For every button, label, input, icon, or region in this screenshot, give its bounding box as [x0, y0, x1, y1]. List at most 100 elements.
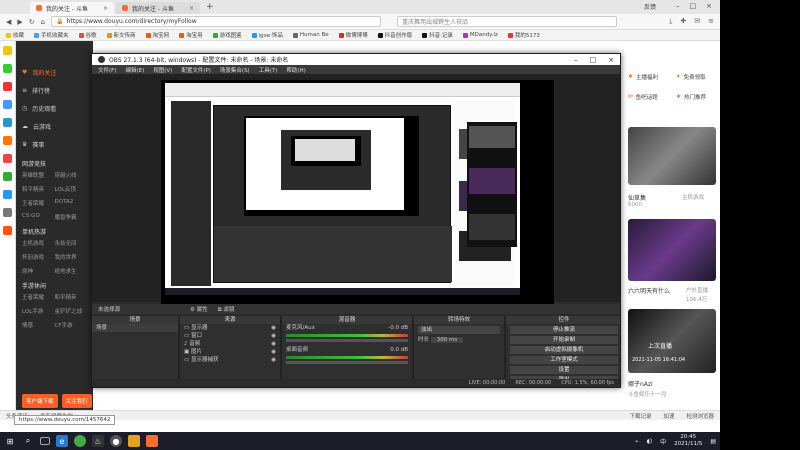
maximize-icon[interactable]: □	[590, 56, 597, 64]
menu-item[interactable]: 配置文件(P)	[181, 66, 211, 74]
eye-icon[interactable]: ◉	[271, 356, 276, 364]
live-card-thumbnail[interactable]: 上次直播 2021-11-05 16:41:04	[628, 309, 716, 373]
close-icon[interactable]: ×	[189, 5, 194, 12]
browser-tab-active[interactable]: 我的关注 - 斗鱼 ×	[30, 2, 114, 14]
sidebar-item-history[interactable]: ◷ 历史观看	[16, 99, 93, 117]
properties-button[interactable]: ⚙ 属性	[190, 305, 208, 313]
category-link[interactable]: 永劫无间	[55, 239, 88, 247]
duration-input[interactable]: 300 ms	[430, 337, 464, 343]
menu-icon[interactable]: ≡	[708, 17, 714, 26]
right-link[interactable]: ✉ 鱼吧话题	[628, 93, 670, 101]
bookmark-item[interactable]: MDandy.lz	[462, 32, 498, 38]
category-link[interactable]: CF手游	[55, 321, 88, 329]
category-link[interactable]: LOL云顶	[55, 185, 88, 193]
eye-icon[interactable]: ◉	[271, 332, 276, 340]
video-icon[interactable]	[3, 154, 12, 163]
app-icon[interactable]	[3, 226, 12, 235]
shop-icon[interactable]	[3, 136, 12, 145]
task-view-icon[interactable]	[40, 437, 50, 445]
live-card-name[interactable]: 六六明天有什么	[628, 286, 670, 295]
category-link[interactable]: 怀旧游戏	[22, 253, 55, 261]
volume-icon[interactable]: ◖)	[647, 438, 653, 445]
new-tab-icon[interactable]: +	[206, 2, 214, 12]
right-link[interactable]: ★ 热门推荐	[676, 93, 718, 101]
app-icon[interactable]	[128, 435, 140, 447]
live-card-name[interactable]: 娜子nAzi	[628, 379, 653, 388]
url-field[interactable]: 🔒 https://www.douyu.com/directory/myFoll…	[51, 16, 382, 27]
source-item[interactable]: ▭ 窗口 ◉	[180, 332, 280, 340]
note-icon[interactable]	[3, 190, 12, 199]
source-item[interactable]: ▭ 显示器捕获 ◉	[180, 356, 280, 364]
settings-button[interactable]: 设置	[510, 366, 618, 374]
notification-icon[interactable]: ▤	[710, 438, 716, 445]
live-card-name[interactable]: 仙草集	[628, 193, 646, 202]
category-link[interactable]: 英雄联盟	[22, 171, 55, 179]
download-client-button[interactable]: 客户端下载	[22, 394, 58, 408]
obs-icon[interactable]: ●	[110, 435, 122, 447]
eye-icon[interactable]: ◉	[271, 324, 276, 332]
news-icon[interactable]	[3, 208, 12, 217]
douyu-icon[interactable]	[146, 435, 158, 447]
category-link[interactable]: 王者荣耀	[22, 293, 55, 301]
bookmark-item[interactable]: 微博博博	[338, 31, 368, 39]
steam-icon[interactable]: ♨	[92, 435, 104, 447]
volume-slider[interactable]	[286, 361, 408, 364]
category-link[interactable]: 原神	[22, 267, 55, 275]
game-icon[interactable]	[3, 100, 12, 109]
home-icon[interactable]: ⌂	[41, 18, 45, 26]
scene-item[interactable]: 场景	[92, 324, 178, 332]
category-link[interactable]: CS:GO	[22, 213, 55, 221]
bookmark-item[interactable]: igxe·饰品	[251, 31, 283, 39]
right-link[interactable]: ❖ 主播福利	[628, 73, 670, 81]
right-link[interactable]: ✦ 免费领取	[676, 73, 718, 81]
live-card-thumbnail[interactable]	[628, 219, 716, 281]
source-item[interactable]: ▣ 图片 ◉	[180, 348, 280, 356]
bookmark-item[interactable]: 谷歌	[78, 31, 97, 39]
search-icon[interactable]: ⌕	[22, 435, 34, 447]
back-icon[interactable]: ◀	[6, 18, 11, 26]
status-item[interactable]: 检测浏览器	[686, 412, 714, 420]
chrome-icon[interactable]	[74, 435, 86, 447]
bookmark-item[interactable]: 游戏图鉴	[212, 31, 242, 39]
studio-mode-button[interactable]: 工作室模式	[510, 356, 618, 364]
menu-item[interactable]: 工具(T)	[259, 66, 278, 74]
bookmark-item[interactable]: 淘宝用	[179, 31, 203, 39]
category-link[interactable]: DOTA2	[55, 199, 88, 207]
volume-slider[interactable]	[286, 339, 408, 342]
category-link[interactable]: LOL手游	[22, 307, 55, 315]
bookmark-item[interactable]: 新文传商	[106, 31, 136, 39]
stop-streaming-button[interactable]: 停止推流	[510, 326, 618, 334]
download-icon[interactable]: ⤓	[669, 17, 672, 26]
minimize-icon[interactable]: –	[574, 56, 578, 64]
bookmark-item[interactable]: 抖音·记录	[422, 31, 453, 39]
start-virtual-camera-button[interactable]: 启动虚拟摄像机	[510, 346, 618, 354]
sidebar-item-follow[interactable]: ♥ 我的关注	[16, 63, 93, 81]
network-icon[interactable]: ⌁	[635, 438, 639, 445]
category-link[interactable]: 和平精英	[22, 185, 55, 193]
category-link[interactable]: 我的世界	[55, 253, 88, 261]
category-link[interactable]: 和平精英	[55, 293, 88, 301]
eye-icon[interactable]: ◉	[271, 340, 276, 348]
status-item[interactable]: 下载记录	[629, 412, 651, 420]
weibo-icon[interactable]	[3, 82, 12, 91]
wechat-icon[interactable]	[3, 64, 12, 73]
category-link[interactable]: 情感	[22, 321, 55, 329]
filters-button[interactable]: ⧉ 滤镜	[218, 305, 235, 314]
bookmark-item[interactable]: 我的5173	[507, 31, 540, 39]
bookmark-item[interactable]: 手机收藏夹	[34, 31, 69, 39]
category-link[interactable]: 王者荣耀	[22, 199, 55, 207]
browser-tab-inactive[interactable]: 我的关注 - 斗鱼 ×	[116, 2, 200, 14]
follow-us-button[interactable]: 关注我们	[61, 394, 92, 408]
account-link[interactable]: 反馈	[644, 2, 656, 11]
input-language[interactable]: 中	[660, 437, 666, 446]
mail-icon[interactable]: ✉	[694, 17, 700, 26]
category-link[interactable]: 绝地求生	[55, 267, 88, 275]
menu-item[interactable]: 编辑(E)	[125, 66, 144, 74]
minimize-icon[interactable]: –	[676, 2, 680, 11]
bookmark-item[interactable]: 淘宝网	[145, 31, 169, 39]
sidebar-item-match[interactable]: ♛ 赛事	[16, 135, 93, 153]
live-card-thumbnail[interactable]	[628, 127, 716, 185]
extension-icon[interactable]: ✚	[680, 17, 686, 26]
source-item[interactable]: ▭ 显示器 ◉	[180, 324, 280, 332]
menu-item[interactable]: 文件(F)	[98, 66, 116, 74]
